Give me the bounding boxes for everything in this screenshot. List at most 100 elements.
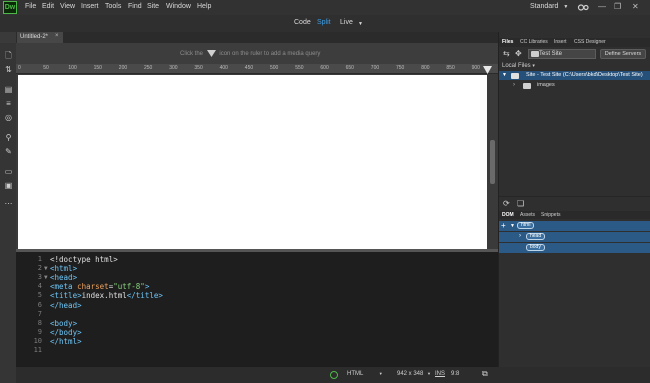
open-document-icon[interactable]: 🗋 [4, 51, 13, 60]
files-options-icon[interactable]: ❏ [517, 199, 524, 208]
chevron-right-icon[interactable]: › [519, 233, 521, 239]
dom-row-body[interactable] [499, 243, 650, 253]
code-token: </body> [50, 327, 82, 337]
menu-window[interactable]: Window [166, 3, 191, 10]
code-line[interactable]: </body> [50, 328, 82, 337]
code-line[interactable]: <head> [50, 273, 77, 282]
code-token: > [144, 282, 150, 292]
ruler-tick-label: 450 [244, 65, 254, 71]
tab-cc-libraries[interactable]: CC Libraries [520, 39, 548, 45]
fold-toggle-icon[interactable]: ▼ [44, 274, 48, 281]
local-files-header[interactable]: Local Files ▾ [502, 63, 535, 69]
ruler-tick-label: 100 [68, 65, 77, 71]
tab-css-designer[interactable]: CSS Designer [574, 39, 606, 45]
code-view[interactable]: 1 <!doctype html> 2 ▼ <html> 3 ▼ <head> 4 <meta c… [16, 252, 498, 367]
split-view-button[interactable]: Split [317, 19, 331, 26]
ruler-tick-label: 500 [270, 65, 279, 71]
code-token: <!doctype html> [50, 255, 118, 264]
menu-edit[interactable]: Edit [42, 3, 54, 10]
dom-row-head[interactable] [499, 232, 650, 242]
refresh-icon[interactable]: ⟳ [503, 199, 510, 208]
code-line[interactable]: </html> [50, 337, 82, 346]
menu-help[interactable]: Help [197, 3, 211, 10]
menu-find[interactable]: Find [128, 3, 142, 10]
window-size-select[interactable]: 942 x 348 ▼ [397, 371, 431, 377]
menu-insert[interactable]: Insert [81, 3, 99, 10]
dom-node-body[interactable]: body [526, 244, 545, 251]
tab-insert[interactable]: Insert [554, 39, 567, 45]
code-line[interactable]: </head> [50, 301, 82, 310]
chevron-down-icon[interactable]: ▼ [502, 72, 507, 78]
ruler-tick-label: 150 [93, 65, 102, 71]
images-folder-label[interactable]: images [537, 82, 555, 88]
code-line[interactable]: <!doctype html> [50, 255, 118, 264]
media-query-hint-after: icon on the ruler to add a media query [219, 51, 321, 58]
code-view-button[interactable]: Code [294, 19, 311, 26]
ruler-end-marker-icon[interactable] [483, 66, 492, 74]
close-tab-icon[interactable]: × [55, 33, 59, 39]
ruler-tick-label: 850 [446, 65, 455, 71]
design-view[interactable] [18, 75, 487, 249]
workspace-switcher[interactable]: Standard ▼ [530, 3, 568, 10]
tab-files[interactable]: Files [502, 39, 513, 45]
window-size-label: 942 x 348 [397, 371, 424, 377]
code-line[interactable]: <title>index.html</title> [50, 291, 163, 300]
chevron-down-icon: ▼ [378, 371, 383, 376]
live-view-button[interactable]: Live [340, 19, 353, 26]
code-line[interactable]: <body> [50, 319, 77, 328]
media-query-hint-before: Click the [180, 51, 204, 58]
design-scrollbar-thumb[interactable] [490, 140, 495, 184]
dom-node-html[interactable]: html [517, 222, 535, 229]
tab-snippets[interactable]: Snippets [541, 212, 560, 218]
line-number: 1 [37, 255, 42, 263]
code-token: <meta [50, 282, 78, 292]
folder-icon [523, 83, 531, 89]
local-files-label: Local Files [502, 63, 531, 69]
document-type-select[interactable]: HTML ▼ [347, 371, 383, 377]
split-icon[interactable]: ⚲ [4, 133, 13, 142]
code-line[interactable]: <html> [50, 264, 77, 273]
dom-node-head[interactable]: head [526, 233, 546, 240]
sync-settings-icon[interactable] [577, 3, 589, 12]
ruler-tick-label: 750 [396, 65, 405, 71]
live-code-icon[interactable]: ▤ [4, 85, 13, 94]
no-errors-icon[interactable] [330, 371, 338, 379]
add-element-icon[interactable]: + [501, 221, 506, 230]
line-number: 7 [37, 309, 42, 318]
code-token: </html> [50, 336, 82, 346]
close-window-button[interactable]: ✕ [632, 2, 639, 11]
document-type-label: HTML [347, 371, 364, 377]
tab-dom[interactable]: DOM [502, 212, 514, 218]
expand-icon[interactable]: ▣ [4, 181, 13, 190]
connect-icon[interactable]: ⇆ [503, 49, 510, 58]
comment-icon[interactable]: ▭ [4, 167, 13, 176]
chevron-right-icon[interactable]: › [513, 82, 515, 88]
maximize-button[interactable]: ❐ [614, 2, 621, 11]
menu-view[interactable]: View [60, 3, 75, 10]
menu-file[interactable]: File [25, 3, 36, 10]
media-query-hint: Click the icon on the ruler to add a med… [180, 50, 320, 57]
code-line[interactable]: <meta charset="utf-8"> [50, 282, 149, 291]
site-settings-icon[interactable]: ✥ [515, 49, 522, 58]
chevron-down-icon[interactable]: ▼ [510, 223, 515, 229]
preview-icon[interactable]: ⧉ [482, 369, 488, 379]
ruler-tick-label: 600 [320, 65, 329, 71]
code-token: <body> [50, 318, 78, 328]
line-number: 10 [33, 336, 42, 345]
ruler-tick-label: 900 [471, 65, 480, 71]
inspect-icon[interactable]: ◎ [4, 113, 13, 122]
menu-site[interactable]: Site [147, 3, 159, 10]
define-servers-button[interactable]: Define Servers [600, 49, 646, 59]
menu-tools[interactable]: Tools [105, 3, 121, 10]
code-token: "utf-8" [113, 282, 145, 292]
minimize-button[interactable]: — [598, 2, 606, 11]
file-management-icon[interactable]: ⇅ [4, 65, 13, 74]
fold-toggle-icon[interactable]: ▼ [44, 265, 48, 272]
line-number: 4 [37, 282, 42, 291]
tab-assets[interactable]: Assets [520, 212, 535, 218]
brush-icon[interactable]: ✎ [4, 147, 13, 156]
format-source-icon[interactable]: ≡ [4, 99, 13, 108]
insert-mode[interactable]: INS [435, 371, 445, 377]
chevron-down-icon[interactable]: ▼ [358, 21, 363, 27]
more-tools-icon[interactable]: ⋯ [4, 199, 13, 208]
